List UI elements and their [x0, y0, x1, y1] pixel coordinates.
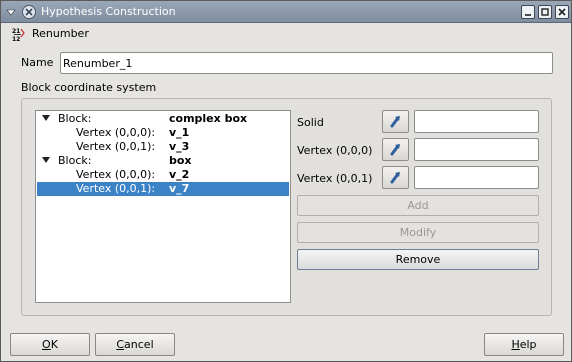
title-bar: Hypothesis Construction — [1, 1, 571, 23]
minimize-button[interactable] — [521, 5, 535, 19]
tree-cell-key: Block: — [58, 112, 92, 125]
tree-cell-value: box — [169, 154, 192, 167]
vertex-001-field[interactable] — [414, 166, 539, 189]
window-title: Hypothesis Construction — [41, 5, 176, 18]
name-input[interactable] — [60, 52, 553, 74]
tree-row-selected[interactable]: Vertex (0,0,1): v_7 — [37, 182, 289, 196]
modify-button[interactable]: Modify — [297, 222, 539, 243]
tree-cell-key: Vertex (0,0,1): — [76, 140, 156, 153]
tree-cell-key: Vertex (0,0,0): — [76, 126, 156, 139]
help-mnemonic: H — [511, 338, 520, 351]
tree-row[interactable]: Block: box — [37, 154, 289, 168]
tree-cell-value: complex box — [169, 112, 248, 125]
dialog-window: Hypothesis Construction 21 12 Renumber N… — [0, 0, 572, 362]
renumber-icon: 21 12 — [12, 28, 25, 42]
help-button[interactable]: Help — [484, 333, 564, 356]
tree-cell-value: v_1 — [169, 126, 190, 139]
select-arrow-icon — [390, 172, 400, 184]
close-button[interactable] — [555, 5, 569, 19]
svg-text:12: 12 — [12, 36, 20, 42]
cancel-button[interactable]: Cancel — [95, 333, 175, 356]
group-title: Block coordinate system — [21, 81, 157, 94]
vertex-000-field[interactable] — [414, 138, 539, 161]
select-arrow-icon — [390, 144, 400, 156]
tree-row[interactable]: Vertex (0,0,0): v_2 — [37, 168, 289, 182]
select-vertex-000-button[interactable] — [382, 138, 409, 161]
vertex-000-label: Vertex (0,0,0) — [297, 144, 373, 157]
cancel-label-rest: ancel — [124, 338, 154, 351]
maximize-icon — [541, 8, 549, 16]
tree-row[interactable]: Block: complex box — [37, 112, 289, 126]
block-tree[interactable]: Block: complex box Vertex (0,0,0): v_1 V… — [35, 110, 291, 303]
tree-row[interactable]: Vertex (0,0,1): v_3 — [37, 140, 289, 154]
svg-text:21: 21 — [12, 28, 20, 35]
select-arrow-icon — [390, 116, 400, 128]
help-label-rest: elp — [519, 338, 537, 351]
select-vertex-001-button[interactable] — [382, 166, 409, 189]
tree-row[interactable]: Vertex (0,0,0): v_1 — [37, 126, 289, 140]
tree-cell-value: v_7 — [169, 182, 190, 195]
tree-cell-value: v_3 — [169, 140, 190, 153]
tree-cell-key: Vertex (0,0,0): — [76, 168, 156, 181]
tree-cell-key: Block: — [58, 154, 92, 167]
ok-label-rest: K — [50, 338, 58, 351]
maximize-button[interactable] — [538, 5, 552, 19]
app-icon — [22, 5, 36, 19]
tree-cell-key: Vertex (0,0,1): — [76, 182, 156, 195]
ok-mnemonic: O — [42, 338, 51, 351]
solid-label: Solid — [297, 116, 324, 129]
expand-arrow-icon[interactable] — [42, 115, 50, 121]
select-solid-button[interactable] — [382, 110, 409, 133]
expand-arrow-icon[interactable] — [42, 157, 50, 163]
remove-button[interactable]: Remove — [297, 249, 539, 270]
add-button[interactable]: Add — [297, 195, 539, 216]
ok-button[interactable]: OK — [10, 333, 90, 356]
close-icon — [558, 8, 566, 16]
window-menu-icon[interactable] — [5, 6, 17, 18]
solid-field[interactable] — [414, 110, 539, 133]
name-label: Name — [21, 56, 54, 69]
hypothesis-type-label: Renumber — [32, 27, 89, 40]
minimize-icon — [525, 14, 531, 16]
cancel-mnemonic: C — [116, 338, 125, 351]
vertex-001-label: Vertex (0,0,1) — [297, 172, 373, 185]
tree-cell-value: v_2 — [169, 168, 190, 181]
